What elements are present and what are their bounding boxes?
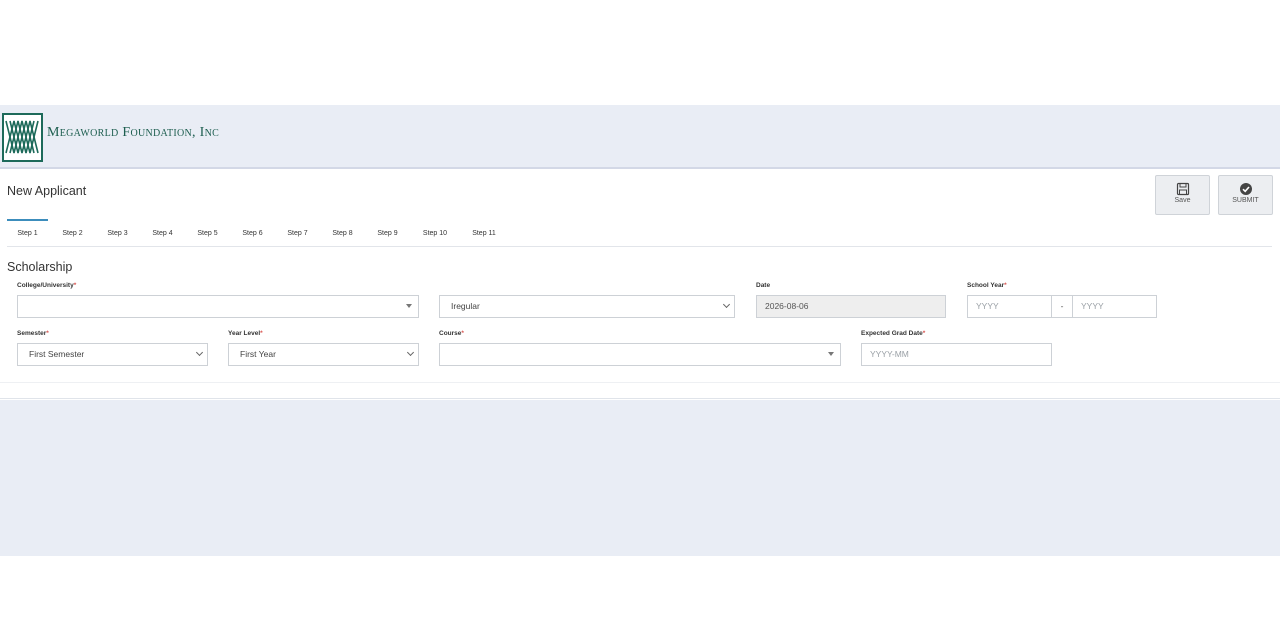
section-divider bbox=[0, 382, 1280, 383]
grad-date-label: Expected Grad Date* bbox=[861, 330, 926, 337]
tab-step-7[interactable]: Step 7 bbox=[282, 219, 313, 247]
chevron-down-icon bbox=[722, 300, 731, 309]
save-label: Save bbox=[1174, 197, 1191, 204]
year-level-select[interactable]: First Year bbox=[228, 343, 419, 366]
course-select[interactable] bbox=[439, 343, 841, 366]
page-title: New Applicant bbox=[7, 184, 87, 198]
chevron-down-icon bbox=[195, 348, 204, 357]
college-select[interactable] bbox=[17, 295, 419, 318]
step-tabs: Step 1 Step 2 Step 3 Step 4 Step 5 Step … bbox=[7, 219, 1272, 247]
tab-step-2[interactable]: Step 2 bbox=[57, 219, 88, 247]
date-field: 2026-08-06 bbox=[756, 295, 946, 318]
app-header: Megaworld Foundation, Inc bbox=[0, 105, 1280, 169]
school-year-from-input[interactable]: YYYY bbox=[967, 295, 1052, 318]
tab-step-1[interactable]: Step 1 bbox=[7, 219, 48, 247]
school-year-separator: - bbox=[1052, 295, 1072, 318]
floppy-disk-icon bbox=[1176, 182, 1189, 196]
student-type-select[interactable]: Iregular bbox=[439, 295, 735, 318]
submit-button[interactable]: SUBMIT bbox=[1218, 175, 1273, 215]
college-label: College/University* bbox=[17, 282, 77, 289]
tab-step-5[interactable]: Step 5 bbox=[192, 219, 223, 247]
semester-label: Semester* bbox=[17, 330, 49, 337]
tab-step-10[interactable]: Step 10 bbox=[418, 219, 452, 247]
save-button[interactable]: Save bbox=[1155, 175, 1210, 215]
chevron-down-icon bbox=[406, 348, 415, 357]
tab-step-8[interactable]: Step 8 bbox=[327, 219, 358, 247]
tab-step-11[interactable]: Step 11 bbox=[467, 219, 501, 247]
caret-down-icon bbox=[828, 352, 834, 356]
applicant-panel: New Applicant Save SUBMIT Step 1 Step 2 … bbox=[0, 171, 1280, 399]
school-year-label: School Year* bbox=[967, 282, 1007, 289]
megaworld-logo-icon bbox=[2, 113, 43, 162]
school-year-to-input[interactable]: YYYY bbox=[1072, 295, 1157, 318]
footer-area bbox=[0, 400, 1280, 556]
tab-step-6[interactable]: Step 6 bbox=[237, 219, 268, 247]
tab-step-3[interactable]: Step 3 bbox=[102, 219, 133, 247]
year-level-label: Year Level* bbox=[228, 330, 263, 337]
submit-label: SUBMIT bbox=[1232, 197, 1259, 204]
course-label: Course* bbox=[439, 330, 464, 337]
caret-down-icon bbox=[406, 304, 412, 308]
check-circle-icon bbox=[1239, 183, 1252, 195]
section-title: Scholarship bbox=[7, 260, 73, 274]
tab-step-9[interactable]: Step 9 bbox=[372, 219, 403, 247]
company-name: Megaworld Foundation, Inc bbox=[47, 125, 220, 140]
semester-select[interactable]: First Semester bbox=[17, 343, 208, 366]
grad-date-input[interactable]: YYYY-MM bbox=[861, 343, 1052, 366]
tab-step-4[interactable]: Step 4 bbox=[147, 219, 178, 247]
date-label: Date bbox=[756, 282, 771, 289]
